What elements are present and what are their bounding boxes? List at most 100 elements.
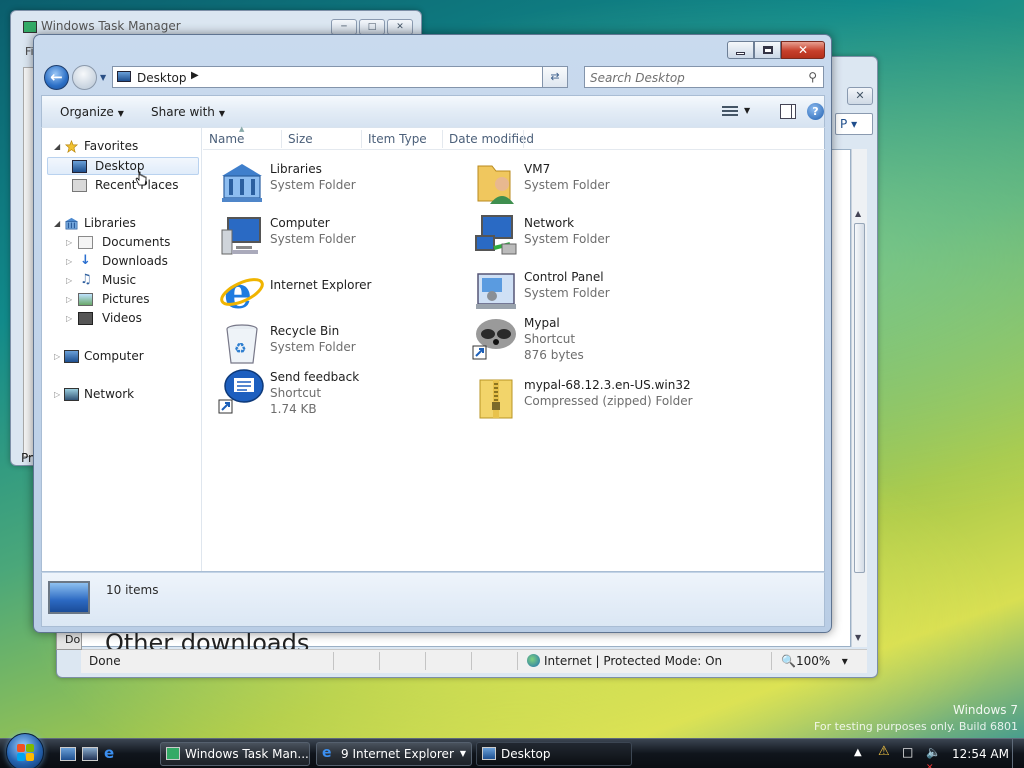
action-center-icon[interactable]: ⚠	[878, 744, 890, 759]
scroll-up-icon[interactable]: ▲	[855, 209, 861, 218]
explorer-window[interactable]: ✕ ← ▼ Desktop ▶ ▼ ⇄ Search Desktop ⚲ Org…	[33, 34, 832, 633]
system-clock[interactable]: 12:54 AM	[952, 747, 1009, 761]
switch-windows-quicklaunch-icon[interactable]	[82, 747, 98, 761]
ie-scrollbar[interactable]: ▲ ▼	[851, 149, 867, 647]
ie-search-box[interactable]: P ▾	[835, 113, 873, 135]
zip-folder-icon	[479, 379, 513, 419]
navigation-pane: ◢ Favorites Desktop Recent Places ◢ Libr…	[42, 128, 202, 571]
expand-arrow-icon[interactable]: ▷	[54, 386, 60, 403]
nav-label: Network	[84, 387, 135, 401]
collapse-arrow-icon[interactable]: ◢	[54, 215, 60, 232]
minimize-button[interactable]	[727, 41, 754, 59]
collapse-arrow-icon[interactable]: ◢	[54, 138, 60, 155]
help-icon[interactable]: ?	[807, 103, 824, 120]
close-button[interactable]: ✕	[781, 41, 825, 59]
preview-pane-icon[interactable]	[780, 104, 796, 119]
internet-explorer-icon: e	[322, 745, 332, 761]
hand-cursor-icon	[135, 171, 147, 186]
file-item-network[interactable]: Network System Folder	[472, 212, 722, 260]
internet-explorer-quicklaunch-icon[interactable]: e	[104, 746, 120, 761]
nav-label: Libraries	[84, 216, 136, 230]
file-name: Send feedback	[270, 370, 360, 384]
file-name: Recycle Bin	[270, 324, 340, 338]
taskbar-button-desktop[interactable]: Desktop	[476, 742, 632, 766]
recent-pages-dropdown-icon[interactable]: ▼	[100, 73, 106, 82]
expand-arrow-icon[interactable]: ▷	[66, 310, 72, 327]
taskbar: e Windows Task Man... e 9 Internet Explo…	[0, 733, 1024, 768]
scroll-down-icon[interactable]: ▼	[855, 633, 861, 642]
nav-label: Pictures	[102, 292, 150, 306]
address-bar[interactable]: Desktop ▶ ▼	[112, 66, 568, 88]
file-item-mypal[interactable]: Mypal Shortcut 876 bytes	[472, 312, 722, 372]
file-item-vm7[interactable]: VM7 System Folder	[472, 158, 722, 206]
taskbar-button-internet-explorer[interactable]: e 9 Internet Explorer ▼	[316, 742, 472, 766]
address-location[interactable]: Desktop	[137, 71, 187, 85]
expand-arrow-icon[interactable]: ▷	[66, 234, 72, 251]
ie-zoom-level[interactable]: 🔍100% ▾	[781, 654, 848, 668]
task-manager-icon	[166, 747, 180, 760]
background-window-stub[interactable]: Do	[56, 630, 82, 650]
task-manager-partial-label[interactable]: Pr	[21, 451, 33, 465]
file-name: Computer	[270, 216, 330, 230]
column-header-name[interactable]: Name	[209, 132, 244, 146]
start-button[interactable]	[6, 733, 44, 768]
column-header-date-modified[interactable]: Date modified	[449, 132, 534, 146]
file-item-computer[interactable]: Computer System Folder	[218, 212, 468, 260]
show-desktop-button[interactable]	[1012, 739, 1024, 768]
maximize-icon[interactable]: □	[359, 19, 385, 35]
group-dropdown-icon[interactable]: ▼	[460, 743, 466, 765]
column-header-size[interactable]: Size	[288, 132, 313, 146]
search-placeholder: Search Desktop	[590, 71, 685, 85]
task-manager-window-controls: ─ □ ✕	[331, 19, 413, 35]
minimize-icon[interactable]: ─	[331, 19, 357, 35]
close-icon[interactable]: ✕	[387, 19, 413, 35]
refresh-icon: ⇄	[550, 70, 560, 83]
view-options-dropdown-icon[interactable]: ▼	[744, 106, 750, 115]
network-tray-icon[interactable]: □	[902, 745, 913, 759]
task-manager-icon	[23, 21, 37, 33]
file-item-send-feedback[interactable]: Send feedback Shortcut 1.74 KB	[218, 366, 468, 426]
details-pane: 10 items	[41, 572, 825, 627]
file-item-control-panel[interactable]: Control Panel System Folder	[472, 266, 722, 314]
expand-arrow-icon[interactable]: ▷	[54, 348, 60, 365]
file-type: Shortcut	[524, 332, 576, 346]
file-type: System Folder	[524, 286, 610, 300]
maximize-icon	[762, 46, 773, 54]
breadcrumb-arrow-icon[interactable]: ▶	[191, 70, 199, 81]
ie-zone-label: Internet | Protected Mode: On	[544, 654, 723, 668]
organize-button[interactable]: Organize ▼	[60, 105, 124, 119]
search-input[interactable]: Search Desktop ⚲	[584, 66, 824, 88]
item-count: 10 items	[106, 583, 159, 597]
share-with-button[interactable]: Share with ▼	[151, 105, 225, 119]
volume-muted-icon[interactable]: 🔈✕	[926, 745, 941, 768]
ie-search-stub: P	[840, 117, 848, 131]
file-item-mypal-zip[interactable]: mypal-68.12.3.en-US.win32 Compressed (zi…	[472, 374, 722, 422]
ie-security-zone[interactable]: Internet | Protected Mode: On	[527, 654, 722, 668]
refresh-button[interactable]: ⇄	[542, 66, 568, 88]
taskbar-button-task-manager[interactable]: Windows Task Man...	[160, 742, 310, 766]
minimize-icon	[736, 51, 745, 55]
videos-icon	[78, 312, 93, 325]
file-name: Internet Explorer	[270, 278, 372, 292]
expand-arrow-icon[interactable]: ▷	[66, 253, 72, 270]
file-item-libraries[interactable]: Libraries System Folder	[218, 158, 468, 206]
show-desktop-quicklaunch-icon[interactable]	[60, 747, 76, 761]
close-icon[interactable]: ✕	[847, 87, 873, 105]
file-item-internet-explorer[interactable]: e Internet Explorer	[218, 266, 468, 314]
change-view-icon[interactable]	[722, 104, 738, 118]
show-hidden-icons-icon[interactable]: ▲	[854, 747, 862, 758]
file-type: System Folder	[524, 232, 610, 246]
search-icon[interactable]: ⚲	[808, 70, 817, 84]
expand-arrow-icon[interactable]: ▷	[66, 272, 72, 289]
file-size: 876 bytes	[524, 348, 584, 362]
file-type: System Folder	[270, 232, 356, 246]
file-item-recycle-bin[interactable]: ♻ Recycle Bin System Folder	[218, 320, 468, 368]
expand-arrow-icon[interactable]: ▷	[66, 291, 72, 308]
forward-button[interactable]	[72, 65, 97, 90]
mypal-shortcut-icon	[472, 319, 516, 360]
back-button[interactable]: ←	[44, 65, 69, 90]
maximize-button[interactable]	[754, 41, 781, 59]
scroll-thumb[interactable]	[854, 223, 865, 573]
star-icon	[64, 140, 79, 153]
column-header-item-type[interactable]: Item Type	[368, 132, 427, 146]
